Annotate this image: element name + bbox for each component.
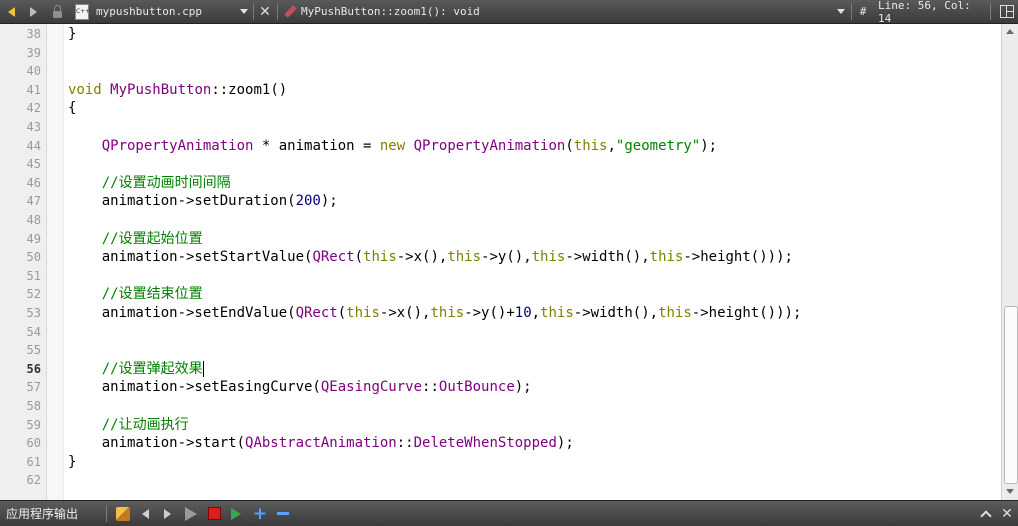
editor-toolbar: C++ mypushbutton.cpp ✕ MyPushButton::zoo…	[0, 0, 1018, 25]
code-line[interactable]: QPropertyAnimation * animation = new QPr…	[68, 137, 717, 156]
symbol-dropdown[interactable]: MyPushButton::zoom1(): void	[301, 0, 601, 23]
line-number: 56	[26, 361, 41, 376]
code-line[interactable]: animation->setStartValue(QRect(this->x()…	[68, 248, 793, 267]
rerun-icon[interactable]	[182, 501, 200, 526]
fold-margin[interactable]	[47, 24, 64, 500]
vertical-scrollbar[interactable]	[1001, 24, 1018, 500]
line-number: 41	[26, 82, 41, 97]
text-cursor	[202, 360, 204, 377]
code-line[interactable]: //设置弹起效果	[68, 360, 204, 379]
back-arrow-icon[interactable]	[3, 0, 19, 23]
line-number: 42	[26, 101, 41, 116]
close-pane-icon[interactable]: ✕	[1000, 501, 1014, 526]
close-document-button[interactable]: ✕	[256, 0, 274, 23]
line-number: 60	[26, 436, 41, 451]
line-number: 61	[26, 454, 41, 469]
line-number: 38	[26, 27, 41, 41]
previous-item-icon[interactable]	[138, 501, 152, 526]
file-name-label: mypushbutton.cpp	[96, 5, 202, 18]
chevron-down-icon[interactable]	[238, 0, 250, 23]
code-line[interactable]: }	[68, 453, 76, 472]
output-pane-title[interactable]: 应用程序输出	[6, 501, 86, 526]
line-number: 43	[26, 120, 41, 134]
cpp-file-icon: C++	[74, 0, 90, 23]
scrollbar-thumb[interactable]	[1004, 306, 1018, 484]
zoom-out-icon[interactable]	[275, 501, 291, 526]
line-number: 59	[26, 417, 41, 432]
open-documents-dropdown[interactable]: mypushbutton.cpp	[96, 0, 236, 23]
code-line[interactable]: }	[68, 25, 76, 44]
line-number: 51	[26, 268, 41, 283]
scroll-down-arrow-icon[interactable]	[1006, 489, 1014, 494]
code-line[interactable]: animation->start(QAbstractAnimation::Del…	[68, 434, 574, 453]
cursor-position-label[interactable]: Line: 56, Col: 14	[878, 0, 986, 25]
code-line[interactable]: {	[68, 99, 76, 118]
maximize-pane-icon[interactable]	[980, 501, 992, 526]
line-number: 48	[26, 213, 41, 227]
output-pane-bar: 应用程序输出 + ✕	[0, 500, 1018, 526]
line-number: 54	[26, 324, 41, 339]
symbol-chevron-down-icon[interactable]	[835, 0, 847, 23]
line-number: 40	[26, 64, 41, 79]
line-number-gutter: 38 39 40 41 42 43 44 45 46 47 48 49 50 51 52 53 54 55 56 57…	[0, 24, 47, 500]
scroll-up-arrow-icon[interactable]	[1006, 29, 1014, 34]
line-number: 62	[26, 473, 41, 488]
line-number: 52	[26, 287, 41, 302]
stop-icon[interactable]	[206, 501, 222, 526]
line-number: 50	[26, 250, 41, 265]
code-line[interactable]: animation->setDuration(200);	[68, 192, 338, 211]
line-number: 58	[26, 399, 41, 413]
code-line[interactable]: void MyPushButton::zoom1()	[68, 81, 287, 100]
function-symbol-icon	[282, 0, 298, 23]
code-editor[interactable]: } void MyPushButton::zoom1(){ QPropertyAn…	[64, 24, 1001, 500]
next-item-icon[interactable]	[160, 501, 174, 526]
line-number: 44	[26, 138, 41, 153]
line-number: 57	[26, 380, 41, 395]
hash-icon: #	[859, 5, 867, 18]
close-icon: ✕	[259, 3, 271, 20]
line-number: 39	[26, 45, 41, 60]
code-line[interactable]: animation->setEndValue(QRect(this->x(),t…	[68, 304, 802, 323]
code-line[interactable]: //让动画执行	[68, 416, 189, 435]
lock-icon[interactable]	[50, 0, 64, 23]
clear-output-icon[interactable]	[114, 501, 132, 526]
code-line[interactable]: animation->setEasingCurve(QEasingCurve::…	[68, 378, 532, 397]
line-number: 47	[26, 194, 41, 209]
line-number: 45	[26, 157, 41, 172]
attach-debugger-icon[interactable]	[228, 501, 244, 526]
code-line[interactable]: //设置结束位置	[68, 285, 203, 304]
line-number: 53	[26, 306, 41, 320]
code-line[interactable]: //设置动画时间间隔	[68, 174, 231, 193]
line-number: 49	[26, 231, 41, 246]
current-symbol-label: MyPushButton::zoom1(): void	[301, 5, 480, 18]
split-view-icon[interactable]	[999, 0, 1015, 23]
forward-arrow-icon[interactable]	[25, 0, 41, 23]
line-number: 55	[26, 343, 41, 358]
zoom-in-icon[interactable]: +	[251, 501, 269, 526]
line-number: 46	[26, 175, 41, 190]
code-line[interactable]: //设置起始位置	[68, 230, 203, 249]
